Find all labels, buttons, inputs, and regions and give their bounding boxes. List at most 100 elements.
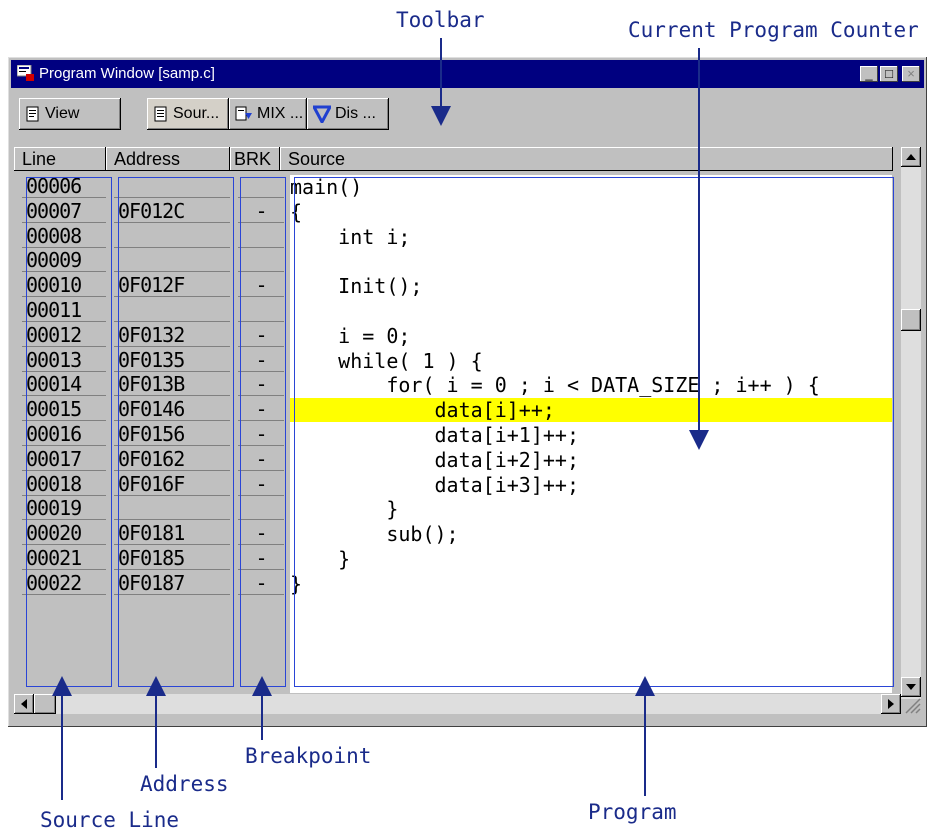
view-button[interactable]: View	[19, 98, 121, 130]
table-row[interactable]: 00013 0F0135-	[22, 348, 296, 373]
breakpoint-cell[interactable]: -	[238, 447, 284, 471]
source-line[interactable]: sub();	[290, 522, 892, 546]
vertical-scrollbar[interactable]	[901, 147, 921, 699]
address-cell	[114, 497, 230, 521]
table-row[interactable]: 00017 0F0162-	[22, 447, 296, 472]
source-line[interactable]: }	[290, 497, 892, 521]
breakpoint-cell[interactable]: -	[238, 323, 284, 347]
line-number-cell: 00021	[22, 547, 106, 570]
mix-button[interactable]: MIX ...	[229, 98, 307, 130]
scroll-left-button[interactable]	[14, 694, 34, 714]
table-row[interactable]: 00019	[22, 497, 296, 521]
scroll-right-button[interactable]	[881, 694, 901, 714]
column-header-brk[interactable]: BRK	[230, 147, 280, 171]
breakpoint-cell[interactable]	[238, 224, 284, 248]
table-row[interactable]: 00008	[22, 224, 296, 249]
source-line[interactable]: }	[290, 547, 892, 571]
address-cell	[114, 249, 230, 273]
line-number-cell: 00017	[22, 447, 106, 471]
source-line[interactable]: }	[290, 572, 892, 596]
breakpoint-cell[interactable]: -	[238, 274, 284, 298]
horizontal-scrollbar[interactable]	[14, 694, 901, 714]
line-number-cell: 00013	[22, 348, 106, 372]
breakpoint-cell[interactable]: -	[238, 522, 284, 546]
toolbar: View Sour... MIX ... Dis ...	[11, 90, 924, 142]
source-icon	[154, 106, 167, 122]
table-row[interactable]: 00018 0F016F -	[22, 472, 296, 497]
source-line[interactable]: while( 1 ) {	[290, 349, 892, 373]
source-line[interactable]: data[i+2]++;	[290, 448, 892, 472]
breakpoint-cell[interactable]	[238, 249, 284, 273]
breakpoint-cell[interactable]: -	[238, 571, 284, 595]
arrow-up-icon	[906, 154, 916, 160]
line-number-cell: 00006	[22, 175, 106, 198]
table-row[interactable]: 00020 0F0181-	[22, 522, 296, 546]
address-cell: 0F012F	[114, 274, 230, 298]
source-line[interactable]: data[i+3]++;	[290, 473, 892, 497]
table-row[interactable]: 00011	[22, 299, 296, 323]
source-line[interactable]: {	[290, 200, 892, 224]
table-row[interactable]: 00016 0F0156-	[22, 423, 296, 447]
source-button-label: Sour...	[173, 105, 220, 122]
source-pane[interactable]: main(){ int i; Init(); i = 0; while( 1 )…	[290, 175, 892, 693]
line-number-cell: 00010	[22, 274, 106, 298]
table-row[interactable]: 00015 0F0146-	[22, 398, 296, 422]
breakpoint-cell[interactable]: -	[238, 199, 284, 223]
disassembly-button[interactable]: Dis ...	[307, 98, 389, 130]
arrow-right-icon	[888, 699, 894, 709]
source-line[interactable]	[290, 299, 892, 323]
breakpoint-cell[interactable]	[238, 497, 284, 521]
table-row[interactable]: 00006	[22, 175, 296, 199]
breakpoint-cell[interactable]: -	[238, 348, 284, 372]
source-line[interactable]: int i;	[290, 225, 892, 249]
breakpoint-cell[interactable]: -	[238, 373, 284, 397]
line-number-cell: 00019	[22, 497, 106, 521]
source-line[interactable]: i = 0;	[290, 324, 892, 348]
source-button[interactable]: Sour...	[147, 98, 229, 130]
current-pc-annotation: Current Program Counter	[628, 18, 919, 42]
table-row[interactable]: 00014 0F013B -	[22, 373, 296, 397]
line-number-cell: 00011	[22, 299, 106, 322]
table-row[interactable]: 00022 0F0187-	[22, 571, 296, 596]
view-icon	[26, 106, 39, 122]
minimize-button[interactable]: _	[860, 66, 878, 82]
table-row[interactable]: 00012 0F0132-	[22, 323, 296, 348]
scroll-thumb-horizontal[interactable]	[34, 694, 56, 714]
breakpoint-cell[interactable]: -	[238, 547, 284, 570]
column-header-source[interactable]: Source	[280, 147, 893, 171]
size-grip-icon[interactable]	[901, 694, 921, 714]
line-number-cell: 00018	[22, 472, 106, 496]
table-row[interactable]: 00010 0F012F -	[22, 274, 296, 298]
current-pc-line[interactable]: data[i]++;	[290, 398, 892, 423]
scroll-up-button[interactable]	[901, 147, 921, 167]
title-bar[interactable]: Program Window [samp.c] _ □ ×	[11, 60, 924, 88]
breakpoint-cell[interactable]	[238, 299, 284, 322]
breakpoint-cell[interactable]: -	[238, 423, 284, 446]
breakpoint-cell[interactable]	[238, 175, 284, 198]
line-number-cell: 00020	[22, 522, 106, 546]
source-line[interactable]: for( i = 0 ; i < DATA_SIZE ; i++ ) {	[290, 373, 892, 397]
scroll-thumb[interactable]	[901, 309, 921, 331]
table-row[interactable]: 00021 0F0185-	[22, 547, 296, 571]
address-cell	[114, 175, 230, 198]
source-line[interactable]: data[i+1]++;	[290, 423, 892, 447]
close-icon: ×	[907, 66, 915, 81]
maximize-icon: □	[885, 66, 893, 81]
source-line[interactable]: main()	[290, 175, 892, 199]
disassembly-button-label: Dis ...	[335, 105, 376, 122]
disassembly-icon	[313, 105, 331, 123]
column-header-address[interactable]: Address	[106, 147, 230, 171]
address-cell: 0F0156	[114, 423, 230, 446]
line-number-cell: 00009	[22, 249, 106, 273]
mix-button-label: MIX ...	[257, 105, 304, 122]
close-button[interactable]: ×	[902, 66, 920, 82]
source-line[interactable]: Init();	[290, 274, 892, 298]
breakpoint-cell[interactable]: -	[238, 398, 284, 422]
column-header-line[interactable]: Line	[14, 147, 106, 171]
source-line[interactable]	[290, 249, 892, 273]
table-row[interactable]: 00007 0F012C -	[22, 199, 296, 224]
maximize-button[interactable]: □	[880, 66, 898, 82]
table-row[interactable]: 00009	[22, 249, 296, 273]
address-cell: 0F0185	[114, 547, 230, 570]
breakpoint-cell[interactable]: -	[238, 472, 284, 496]
